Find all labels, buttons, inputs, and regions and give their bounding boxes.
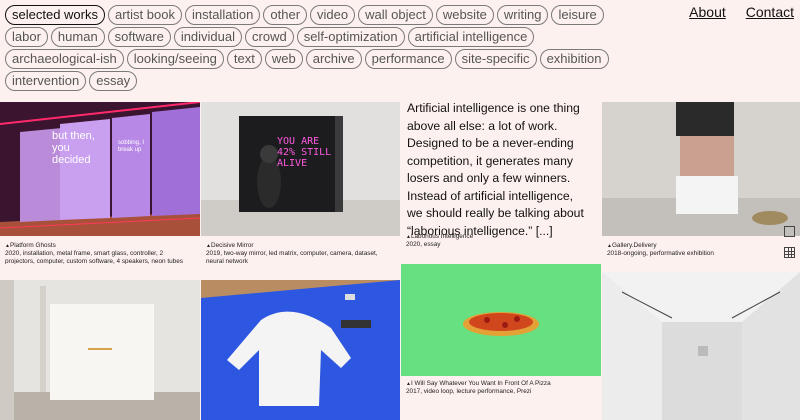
pizza-caption: I Will Say Whatever You Want In Front Of…	[406, 380, 593, 396]
list-view-icon[interactable]	[784, 226, 795, 237]
work-white-wall[interactable]	[0, 280, 200, 420]
tag-software[interactable]: software	[107, 27, 171, 47]
decisive-mirror-image: YOU ARE 42% STILL ALIVE	[201, 102, 400, 236]
tag-artificial-intelligence[interactable]: artificial intelligence	[407, 27, 535, 47]
tag-looking-seeing[interactable]: looking/seeing	[126, 49, 224, 69]
pizza-title: I Will Say Whatever You Want In Front Of…	[406, 380, 593, 388]
decisive-mirror-meta: 2019, two-way mirror, led matrix, comput…	[206, 250, 378, 264]
work-gallery-delivery[interactable]: Gallery.Delivery 2018-ongoing, performat…	[602, 102, 800, 264]
work-pizza[interactable]: I Will Say Whatever You Want In Front Of…	[401, 264, 601, 420]
decisive-mirror-caption: Decisive Mirror 2019, two-way mirror, le…	[206, 242, 392, 264]
tag-crowd[interactable]: crowd	[245, 27, 294, 47]
pizza-image	[401, 264, 601, 376]
work-decisive-mirror[interactable]: YOU ARE 42% STILL ALIVE Decisive Mirror …	[201, 102, 400, 264]
gallery-delivery-image	[602, 102, 800, 236]
laborious-intelligence-meta: 2020, essay	[406, 241, 441, 249]
platform-ghosts-image: but then, you decided sobbing, I break u…	[0, 102, 200, 236]
tag-wall-object[interactable]: wall object	[358, 5, 433, 25]
tag-website[interactable]: website	[435, 5, 494, 25]
tag-filter-list: selected works artist book installation oth…	[5, 5, 610, 91]
platform-ghosts-meta: 2020, installation, metal frame, smart g…	[5, 250, 183, 264]
tag-selected-works[interactable]: selected works	[5, 5, 105, 25]
work-hoodie[interactable]	[201, 280, 400, 420]
grid-view-icon[interactable]	[784, 247, 795, 258]
tag-video[interactable]: video	[310, 5, 356, 25]
laborious-intelligence-title: Laborious Intelligence	[406, 233, 593, 241]
white-gallery-image	[602, 272, 800, 420]
tag-human[interactable]: human	[50, 27, 105, 47]
tag-labor[interactable]: labor	[5, 27, 48, 47]
tag-intervention[interactable]: intervention	[5, 71, 87, 91]
tag-exhibition[interactable]: exhibition	[539, 49, 609, 69]
platform-ghosts-screen-text-2: sobbing, I break up	[118, 140, 145, 153]
tag-essay[interactable]: essay	[89, 71, 138, 91]
platform-ghosts-caption: Platform Ghosts 2020, installation, meta…	[5, 242, 192, 264]
tag-individual[interactable]: individual	[173, 27, 243, 47]
tag-web[interactable]: web	[264, 49, 303, 69]
about-link[interactable]: About	[689, 4, 726, 20]
tag-performance[interactable]: performance	[364, 49, 452, 69]
work-white-gallery[interactable]	[602, 272, 800, 420]
gallery-delivery-title: Gallery.Delivery	[607, 242, 792, 250]
tag-artist-book[interactable]: artist book	[107, 5, 182, 25]
pizza-meta: 2017, video loop, lecture performance, P…	[406, 388, 532, 396]
tag-writing[interactable]: writing	[496, 5, 549, 25]
top-nav: About Contact	[689, 4, 794, 20]
tag-text[interactable]: text	[226, 49, 262, 69]
contact-link[interactable]: Contact	[746, 4, 794, 20]
hoodie-image	[201, 280, 400, 420]
tag-leisure[interactable]: leisure	[551, 5, 604, 25]
tag-archive[interactable]: archive	[305, 49, 362, 69]
work-platform-ghosts[interactable]: but then, you decided sobbing, I break u…	[0, 102, 200, 264]
gallery-delivery-caption: Gallery.Delivery 2018-ongoing, performat…	[607, 242, 792, 258]
laborious-intelligence-caption: Laborious Intelligence 2020, essay	[406, 233, 593, 249]
tag-other[interactable]: other	[263, 5, 308, 25]
white-wall-image	[0, 280, 200, 420]
decisive-mirror-title: Decisive Mirror	[206, 242, 392, 250]
platform-ghosts-screen-text: but then, you decided	[52, 130, 95, 166]
tag-installation[interactable]: installation	[184, 5, 261, 25]
platform-ghosts-title: Platform Ghosts	[5, 242, 192, 250]
tag-archaeological-ish[interactable]: archaeological-ish	[5, 49, 124, 69]
gallery-delivery-meta: 2018-ongoing, performative exhibition	[607, 250, 714, 258]
tag-site-specific[interactable]: site-specific	[454, 49, 537, 69]
laborious-intelligence-essay: Artificial intelligence is one thing abo…	[407, 101, 584, 238]
decisive-mirror-screen-text: YOU ARE 42% STILL ALIVE	[277, 136, 332, 169]
tag-self-optimization[interactable]: self-optimization	[296, 27, 405, 47]
work-laborious-intelligence[interactable]: Artificial intelligence is one thing abo…	[401, 98, 601, 264]
